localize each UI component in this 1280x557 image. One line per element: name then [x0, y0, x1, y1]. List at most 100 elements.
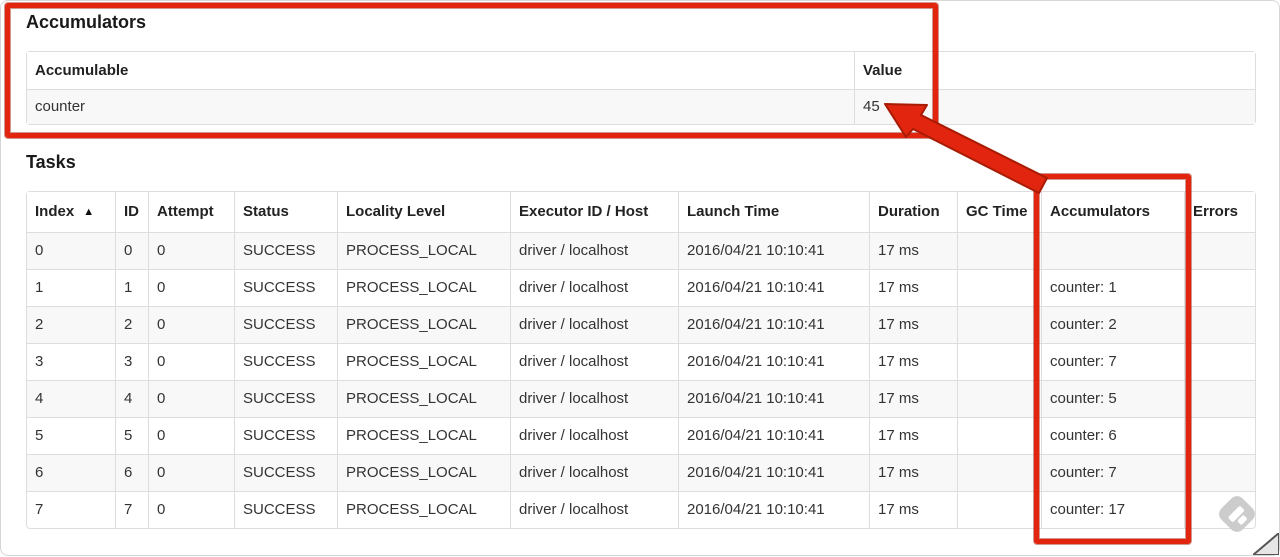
cell-accumulators [1041, 232, 1184, 269]
column-header-id[interactable]: ID [115, 192, 148, 232]
cell-value: 45 [854, 89, 1255, 124]
cell-index: 5 [27, 417, 115, 454]
column-header-locality-level[interactable]: Locality Level [337, 192, 510, 232]
sort-asc-icon: ▲ [83, 206, 95, 218]
table-row: counter 45 [27, 89, 1255, 124]
cell-errors [1184, 269, 1255, 306]
cell-status: SUCCESS [234, 269, 337, 306]
cell-locality-level: PROCESS_LOCAL [337, 306, 510, 343]
cell-launch-time: 2016/04/21 10:10:41 [678, 232, 869, 269]
column-header-attempt[interactable]: Attempt [148, 192, 234, 232]
cell-attempt: 0 [148, 380, 234, 417]
cell-errors [1184, 343, 1255, 380]
column-header-accumulable: Accumulable [27, 52, 854, 89]
cell-attempt: 0 [148, 269, 234, 306]
cell-errors [1184, 491, 1255, 528]
accumulators-table-header: Accumulable Value [27, 52, 1255, 89]
cell-attempt: 0 [148, 491, 234, 528]
cell-errors [1184, 454, 1255, 491]
table-row: 4 4 0 SUCCESS PROCESS_LOCAL driver / localhos… [27, 380, 1255, 417]
cell-index: 7 [27, 491, 115, 528]
cell-launch-time: 2016/04/21 10:10:41 [678, 380, 869, 417]
cell-duration: 17 ms [869, 343, 957, 380]
cell-index: 4 [27, 380, 115, 417]
cell-accumulators: counter: 5 [1041, 380, 1184, 417]
accumulators-table: Accumulable Value counter 45 [26, 51, 1256, 125]
cell-status: SUCCESS [234, 380, 337, 417]
cell-locality-level: PROCESS_LOCAL [337, 232, 510, 269]
table-row: 5 5 0 SUCCESS PROCESS_LOCAL driver / localhos… [27, 417, 1255, 454]
header-row: Accumulable Value [27, 52, 1255, 89]
column-header-status[interactable]: Status [234, 192, 337, 232]
cell-duration: 17 ms [869, 454, 957, 491]
column-header-executor-id-host[interactable]: Executor ID / Host [510, 192, 678, 232]
table-row: 0 0 0 SUCCESS PROCESS_LOCAL driver / localhos… [27, 232, 1255, 269]
cell-accumulators: counter: 2 [1041, 306, 1184, 343]
cell-locality-level: PROCESS_LOCAL [337, 343, 510, 380]
header-row: Index ▲ ID Attempt Status Locality Level Execu… [27, 192, 1255, 232]
cell-executor-id-host: driver / localhost [510, 454, 678, 491]
cell-status: SUCCESS [234, 491, 337, 528]
cell-attempt: 0 [148, 417, 234, 454]
cell-errors [1184, 232, 1255, 269]
cell-locality-level: PROCESS_LOCAL [337, 417, 510, 454]
cell-duration: 17 ms [869, 232, 957, 269]
column-header-index[interactable]: Index ▲ [27, 192, 115, 232]
cell-launch-time: 2016/04/21 10:10:41 [678, 454, 869, 491]
cell-index: 2 [27, 306, 115, 343]
cell-attempt: 0 [148, 232, 234, 269]
cell-executor-id-host: driver / localhost [510, 417, 678, 454]
cell-executor-id-host: driver / localhost [510, 380, 678, 417]
cell-accumulators: counter: 6 [1041, 417, 1184, 454]
cell-errors [1184, 417, 1255, 454]
cell-status: SUCCESS [234, 306, 337, 343]
cell-locality-level: PROCESS_LOCAL [337, 380, 510, 417]
cell-gc-time [957, 380, 1041, 417]
cell-accumulators: counter: 1 [1041, 269, 1184, 306]
cell-attempt: 0 [148, 306, 234, 343]
cell-id: 5 [115, 417, 148, 454]
cell-executor-id-host: driver / localhost [510, 343, 678, 380]
cell-id: 3 [115, 343, 148, 380]
cell-accumulators: counter: 7 [1041, 343, 1184, 380]
cell-errors [1184, 306, 1255, 343]
cell-status: SUCCESS [234, 417, 337, 454]
column-header-duration[interactable]: Duration [869, 192, 957, 232]
cell-id: 7 [115, 491, 148, 528]
cell-gc-time [957, 417, 1041, 454]
cell-launch-time: 2016/04/21 10:10:41 [678, 491, 869, 528]
column-header-launch-time[interactable]: Launch Time [678, 192, 869, 232]
cell-attempt: 0 [148, 343, 234, 380]
cell-index: 3 [27, 343, 115, 380]
cell-attempt: 0 [148, 454, 234, 491]
cell-locality-level: PROCESS_LOCAL [337, 491, 510, 528]
column-header-accumulators[interactable]: Accumulators [1041, 192, 1184, 232]
tasks-table: Index ▲ ID Attempt Status Locality Level Execu… [26, 191, 1256, 529]
cell-locality-level: PROCESS_LOCAL [337, 269, 510, 306]
cell-index: 0 [27, 232, 115, 269]
cell-status: SUCCESS [234, 454, 337, 491]
cell-accumulators: counter: 17 [1041, 491, 1184, 528]
cell-index: 1 [27, 269, 115, 306]
cell-id: 1 [115, 269, 148, 306]
cell-gc-time [957, 232, 1041, 269]
column-header-errors[interactable]: Errors [1184, 192, 1255, 232]
table-row: 6 6 0 SUCCESS PROCESS_LOCAL driver / localhos… [27, 454, 1255, 491]
cell-duration: 17 ms [869, 306, 957, 343]
cell-errors [1184, 380, 1255, 417]
cell-id: 6 [115, 454, 148, 491]
tasks-table-body: 0 0 0 SUCCESS PROCESS_LOCAL driver / localhos… [27, 232, 1255, 528]
column-header-gc-time[interactable]: GC Time [957, 192, 1041, 232]
spark-stage-page: Accumulators Accumulable Value counter 45 … [1, 1, 1279, 555]
cell-gc-time [957, 306, 1041, 343]
cell-executor-id-host: driver / localhost [510, 491, 678, 528]
table-row: 2 2 0 SUCCESS PROCESS_LOCAL driver / localhos… [27, 306, 1255, 343]
cell-duration: 17 ms [869, 491, 957, 528]
column-header-value: Value [854, 52, 1255, 89]
cell-locality-level: PROCESS_LOCAL [337, 454, 510, 491]
table-row: 3 3 0 SUCCESS PROCESS_LOCAL driver / localhos… [27, 343, 1255, 380]
tasks-section-heading: Tasks [26, 152, 76, 172]
cell-duration: 17 ms [869, 269, 957, 306]
cell-id: 0 [115, 232, 148, 269]
cell-launch-time: 2016/04/21 10:10:41 [678, 417, 869, 454]
